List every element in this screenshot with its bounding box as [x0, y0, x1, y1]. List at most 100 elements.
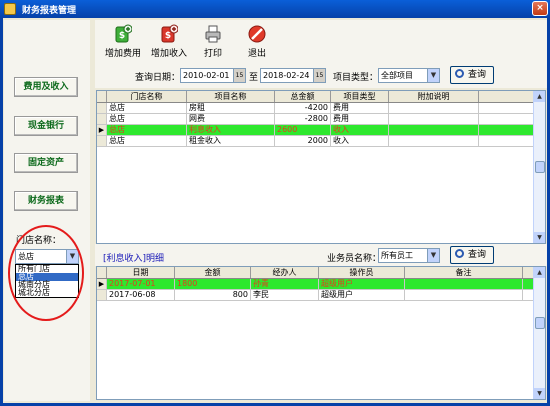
search-icon: [455, 249, 464, 258]
chevron-down-icon[interactable]: ▼: [427, 249, 439, 262]
column-header[interactable]: 门店名称: [107, 91, 187, 102]
date-from-value: 2010-02-01: [183, 71, 230, 80]
detail-query-button-label: 查询: [468, 250, 487, 260]
table-cell: 总店: [107, 114, 187, 124]
table-cell: [389, 136, 479, 146]
salesman-label: 业务员名称：: [327, 254, 382, 264]
column-header[interactable]: 经办人: [251, 267, 319, 278]
nav-financial-report-button[interactable]: 财务报表: [14, 191, 78, 211]
table-row[interactable]: 2017-06-08 800 李民 超级用户: [97, 290, 545, 301]
search-icon: [455, 69, 464, 78]
main-table: 门店名称 项目名称 总金额 项目类型 附加说明 总店 房租 -4200 费用 总…: [96, 90, 546, 244]
row-pointer-icon: ▶: [97, 125, 107, 135]
detail-query-button[interactable]: 查询: [450, 246, 494, 264]
svg-text:$: $: [119, 31, 125, 41]
table-cell: 费用: [331, 103, 389, 113]
column-header[interactable]: 金额: [175, 267, 251, 278]
table-cell: 800: [175, 290, 251, 300]
scroll-up-icon[interactable]: ▲: [534, 267, 545, 278]
table-cell: 网费: [187, 114, 275, 124]
printer-icon: [205, 25, 221, 43]
detail-table-scrollbar[interactable]: ▲ ▼: [533, 267, 545, 399]
table-cell: 收入: [331, 136, 389, 146]
table-cell: 1800: [175, 279, 251, 289]
table-cell: 费用: [331, 114, 389, 124]
nav-cash-bank-button[interactable]: 现金银行: [14, 116, 78, 136]
table-cell: 2017-07-01: [107, 279, 175, 289]
table-cell: 房租: [187, 103, 275, 113]
table-cell: 租金收入: [187, 136, 275, 146]
date-to-input[interactable]: 2018-02-24 15: [260, 68, 326, 83]
table-row-selected[interactable]: ▶ 2017-07-01 1800 孙青 超级用户: [97, 279, 545, 290]
main-table-scrollbar[interactable]: ▲ ▼: [533, 91, 545, 243]
table-row[interactable]: 总店 网费 -2800 费用: [97, 114, 545, 125]
table-cell: 孙青: [251, 279, 319, 289]
detail-bar: [利息收入]明细 业务员名称： 所有员工 ▼ 查询: [95, 244, 547, 266]
salesman-value: 所有员工: [381, 251, 413, 260]
scroll-thumb[interactable]: [535, 161, 545, 173]
print-button[interactable]: 打印: [191, 24, 235, 64]
table-row[interactable]: 总店 房租 -4200 费用: [97, 103, 545, 114]
query-button-label: 查询: [468, 70, 487, 80]
table-cell: 利息收入: [187, 125, 275, 135]
table-cell: 超级用户: [319, 279, 405, 289]
table-cell: -4200: [275, 103, 331, 113]
column-header[interactable]: 总金额: [275, 91, 331, 102]
table-cell: 2017-06-08: [107, 290, 175, 300]
add-income-label: 增加收入: [150, 49, 187, 59]
app-icon: [4, 3, 16, 15]
row-indicator: [97, 290, 107, 300]
exit-label: 退出: [247, 49, 266, 59]
table-cell: [405, 279, 523, 289]
table-cell: 总店: [107, 136, 187, 146]
row-pointer-icon: ▶: [97, 279, 107, 289]
date-from-input[interactable]: 2010-02-01 15: [180, 68, 246, 83]
scroll-down-icon[interactable]: ▼: [534, 232, 545, 243]
calendar-icon[interactable]: 15: [313, 69, 325, 82]
add-income-icon: $: [161, 24, 178, 43]
calendar-icon[interactable]: 15: [233, 69, 245, 82]
print-label: 打印: [203, 49, 222, 59]
title-bar: 财务报表管理 ×: [0, 0, 550, 18]
column-header[interactable]: 附加说明: [389, 91, 479, 102]
column-header[interactable]: 备注: [405, 267, 523, 278]
item-type-select[interactable]: 全部项目 ▼: [378, 68, 440, 83]
table-cell: 李民: [251, 290, 319, 300]
scroll-down-icon[interactable]: ▼: [534, 388, 545, 399]
add-expense-button[interactable]: $ 增加费用: [101, 24, 145, 64]
nav-fixed-assets-button[interactable]: 固定资产: [14, 153, 78, 173]
query-button[interactable]: 查询: [450, 66, 494, 84]
row-indicator-header: [97, 91, 107, 102]
table-cell: 总店: [107, 125, 187, 135]
query-bar: 查询日期： 2010-02-01 15 至 2018-02-24 15 项目类型…: [95, 64, 547, 88]
column-header[interactable]: 日期: [107, 267, 175, 278]
table-cell: [405, 290, 523, 300]
table-cell: 收入: [331, 125, 389, 135]
nav-expense-income-button[interactable]: 费用及收入: [14, 77, 78, 97]
table-row[interactable]: 总店 租金收入 2000 收入: [97, 136, 545, 147]
table-row-selected[interactable]: ▶ 总店 利息收入 2600 收入: [97, 125, 545, 136]
query-date-label: 查询日期：: [135, 73, 181, 83]
table-cell: 超级用户: [319, 290, 405, 300]
row-indicator: [97, 114, 107, 124]
exit-button[interactable]: 退出: [235, 24, 279, 64]
column-header[interactable]: 项目名称: [187, 91, 275, 102]
table-cell: 2000: [275, 136, 331, 146]
annotation-circle: [8, 225, 84, 321]
main-table-header: 门店名称 项目名称 总金额 项目类型 附加说明: [97, 91, 545, 103]
detail-title: [利息收入]明细: [103, 254, 165, 264]
column-header[interactable]: 项目类型: [331, 91, 389, 102]
scroll-thumb[interactable]: [535, 317, 545, 329]
exit-icon: [248, 25, 266, 43]
add-income-button[interactable]: $ 增加收入: [147, 24, 191, 64]
toolbar: $ 增加费用 $ 增加收入 打印 退出: [95, 20, 547, 64]
chevron-down-icon[interactable]: ▼: [427, 69, 439, 82]
detail-table-header: 日期 金额 经办人 操作员 备注: [97, 267, 545, 279]
row-indicator-header: [97, 267, 107, 278]
salesman-select[interactable]: 所有员工 ▼: [378, 248, 440, 263]
table-cell: -2800: [275, 114, 331, 124]
close-button[interactable]: ×: [532, 1, 548, 16]
scroll-up-icon[interactable]: ▲: [534, 91, 545, 102]
column-header[interactable]: 操作员: [319, 267, 405, 278]
svg-text:$: $: [165, 31, 171, 41]
